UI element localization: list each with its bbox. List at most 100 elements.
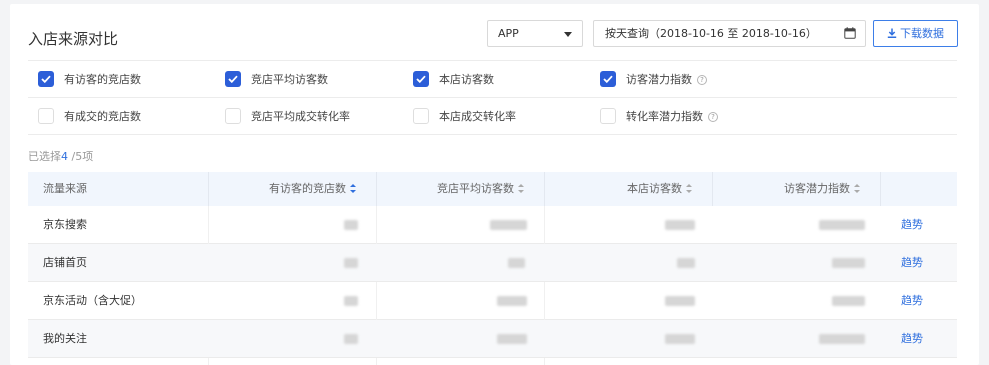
calendar-icon xyxy=(844,27,856,39)
redacted-value xyxy=(344,334,358,344)
checkbox-conversion-potential-index[interactable]: 转化率潜力指数? xyxy=(600,98,718,134)
download-label: 下载数据 xyxy=(900,27,944,40)
checkbox-own-store-conversion[interactable]: 本店成交转化率 xyxy=(413,98,516,134)
date-range-picker[interactable]: 按天查询（2018-10-16 至 2018-10-16） xyxy=(593,20,866,47)
redacted-value xyxy=(344,296,358,306)
redacted-value xyxy=(665,296,695,306)
sort-icon[interactable] xyxy=(686,184,692,193)
download-icon xyxy=(887,28,897,38)
check-icon xyxy=(225,71,241,87)
column-header-competitor-stores-with-visitors[interactable]: 有访客的竞店数 xyxy=(269,172,356,206)
checkbox-competitor-avg-conversion[interactable]: 竞店平均成交转化率 xyxy=(225,98,350,134)
sort-icon[interactable] xyxy=(518,184,524,193)
metric-checkbox-row: 有成交的竞店数 竞店平均成交转化率 本店成交转化率 转化率潜力指数? xyxy=(10,98,979,134)
download-data-button[interactable]: 下载数据 xyxy=(873,20,958,47)
table-row: 店铺首页 趋势 xyxy=(28,244,957,282)
column-header-competitor-avg-visitors[interactable]: 竞店平均访客数 xyxy=(437,172,524,206)
checkbox-empty xyxy=(413,108,429,124)
redacted-value xyxy=(490,220,527,230)
selection-prefix: 已选择 xyxy=(28,150,61,163)
check-icon xyxy=(413,71,429,87)
checkbox-competitor-stores-with-visitors[interactable]: 有访客的竞店数 xyxy=(38,61,141,97)
redacted-value xyxy=(832,258,865,268)
help-icon[interactable]: ? xyxy=(697,75,707,85)
column-separator xyxy=(208,358,209,365)
row-source: 我的关注 xyxy=(43,332,87,345)
checkbox-own-store-visitors[interactable]: 本店访客数 xyxy=(413,61,494,97)
column-separator xyxy=(208,206,209,244)
redacted-value xyxy=(508,258,525,268)
sort-icon[interactable] xyxy=(350,184,356,193)
redacted-value xyxy=(344,258,358,268)
table-row: 京东活动（含大促） 趋势 xyxy=(28,282,957,320)
column-header-source: 流量来源 xyxy=(43,182,87,195)
row-source: 京东搜索 xyxy=(43,218,87,231)
column-separator xyxy=(712,172,713,206)
trend-link[interactable]: 趋势 xyxy=(901,282,923,320)
chevron-down-icon xyxy=(564,32,572,37)
platform-select-value: APP xyxy=(498,27,519,40)
redacted-value xyxy=(819,220,865,230)
selection-number: 4 xyxy=(61,150,68,163)
column-separator xyxy=(208,172,209,206)
card-header: 入店来源对比 APP 按天查询（2018-10-16 至 2018-10-16）… xyxy=(10,4,979,60)
checkbox-empty xyxy=(600,108,616,124)
redacted-value xyxy=(819,334,865,344)
row-source: 店铺首页 xyxy=(43,256,87,269)
checkbox-competitor-stores-with-orders[interactable]: 有成交的竞店数 xyxy=(38,98,141,134)
selection-count: 已选择4 /5项 xyxy=(28,148,93,164)
checkbox-competitor-avg-visitors[interactable]: 竞店平均访客数 xyxy=(225,61,328,97)
row-source: 京东活动（含大促） xyxy=(43,294,142,307)
column-header-label: 竞店平均访客数 xyxy=(437,182,514,195)
checkbox-empty xyxy=(38,108,54,124)
redacted-value xyxy=(497,334,527,344)
redacted-value xyxy=(832,296,865,306)
column-separator xyxy=(376,282,377,320)
redacted-value xyxy=(677,258,695,268)
column-separator xyxy=(880,172,881,206)
column-header-label: 有访客的竞店数 xyxy=(269,182,346,195)
divider xyxy=(28,134,957,135)
source-table: 流量来源 有访客的竞店数 竞店平均访客数 本店访客数 访客潜力指数 京东搜索 趋… xyxy=(28,172,957,365)
checkbox-label: 本店成交转化率 xyxy=(439,110,516,123)
column-separator xyxy=(544,282,545,320)
checkbox-empty xyxy=(225,108,241,124)
column-separator xyxy=(544,358,545,365)
help-icon[interactable]: ? xyxy=(708,112,718,122)
checkbox-label: 有成交的竞店数 xyxy=(64,110,141,123)
checkbox-label: 转化率潜力指数? xyxy=(626,108,718,124)
column-separator xyxy=(376,358,377,365)
checkbox-label: 有访客的竞店数 xyxy=(64,73,141,86)
table-header: 流量来源 有访客的竞店数 竞店平均访客数 本店访客数 访客潜力指数 xyxy=(28,172,957,206)
checkbox-label: 访客潜力指数? xyxy=(626,71,707,87)
column-separator xyxy=(544,206,545,244)
checkbox-label: 本店访客数 xyxy=(439,73,494,86)
redacted-value xyxy=(665,334,695,344)
trend-link[interactable]: 趋势 xyxy=(901,206,923,244)
source-comparison-card: 入店来源对比 APP 按天查询（2018-10-16 至 2018-10-16）… xyxy=(10,4,979,365)
check-icon xyxy=(38,71,54,87)
metric-checkbox-row: 有访客的竞店数 竞店平均访客数 本店访客数 访客潜力指数? xyxy=(10,61,979,97)
table-row: 我的关注 趋势 xyxy=(28,320,957,358)
column-header-label: 本店访客数 xyxy=(627,182,682,195)
platform-select[interactable]: APP xyxy=(487,20,583,47)
checkbox-label: 竞店平均访客数 xyxy=(251,73,328,86)
selection-suffix: /5项 xyxy=(68,150,94,163)
column-header-visitor-potential-index[interactable]: 访客潜力指数 xyxy=(784,172,860,206)
date-range-value: 按天查询（2018-10-16 至 2018-10-16） xyxy=(605,27,817,40)
checkbox-label-text: 访客潜力指数 xyxy=(626,73,692,86)
trend-link[interactable]: 趋势 xyxy=(901,320,923,358)
checkbox-visitor-potential-index[interactable]: 访客潜力指数? xyxy=(600,61,707,97)
redacted-value xyxy=(665,220,695,230)
redacted-value xyxy=(344,220,358,230)
redacted-value xyxy=(497,296,527,306)
column-header-label: 访客潜力指数 xyxy=(784,182,850,195)
table-row: 京东搜索 趋势 xyxy=(28,206,957,244)
column-separator xyxy=(376,172,377,206)
check-icon xyxy=(600,71,616,87)
trend-link[interactable]: 趋势 xyxy=(901,244,923,282)
column-header-own-store-visitors[interactable]: 本店访客数 xyxy=(627,172,692,206)
sort-icon[interactable] xyxy=(854,184,860,193)
column-separator xyxy=(376,206,377,244)
column-separator xyxy=(544,172,545,206)
